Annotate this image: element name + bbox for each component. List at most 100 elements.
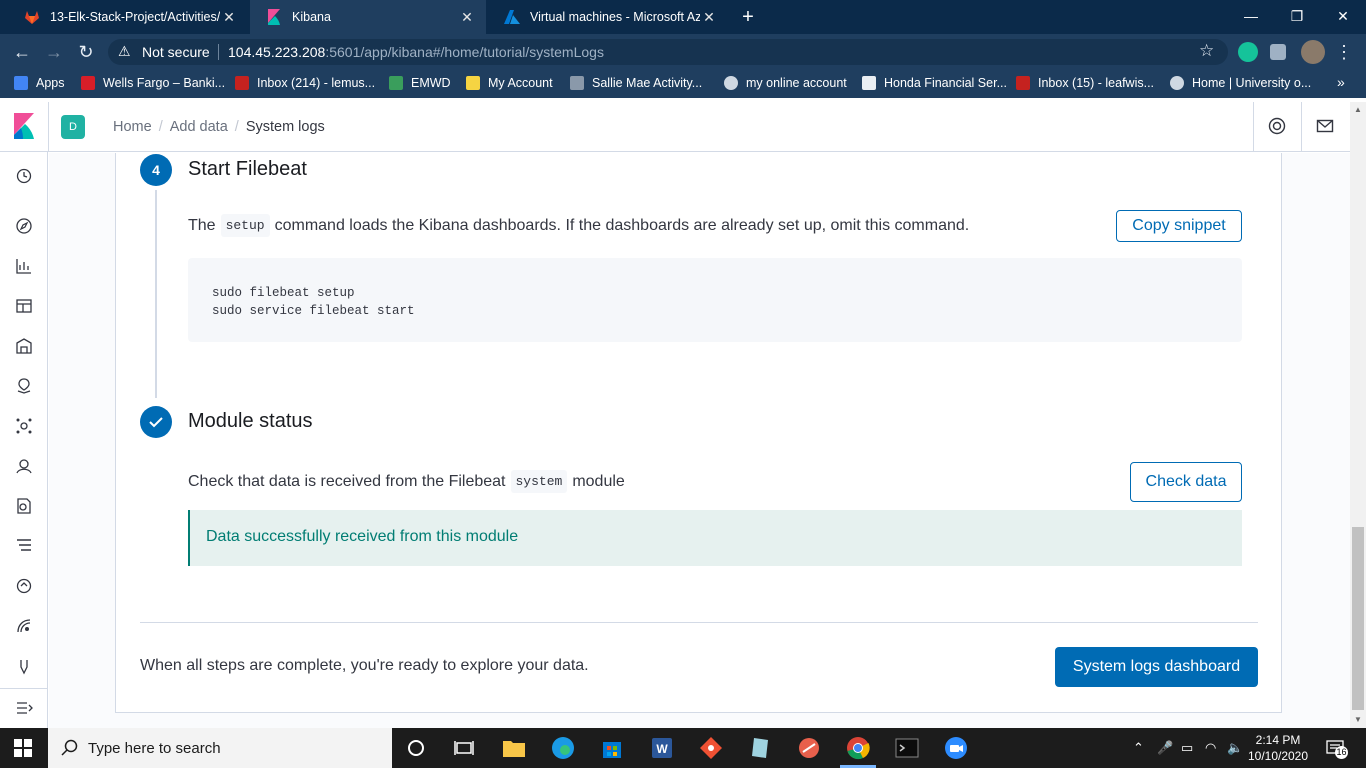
ml-icon[interactable] — [15, 417, 33, 435]
tab-kibana[interactable]: Kibana ✕ — [250, 0, 486, 34]
module-status-description: Check that data is received from the Fil… — [188, 470, 625, 493]
kibana-logo[interactable] — [12, 113, 36, 139]
bookmark-wells-fargo[interactable]: Wells Fargo – Banki... — [81, 76, 225, 90]
microphone-icon[interactable]: 🎤 — [1157, 740, 1173, 756]
bookmark-online-account[interactable]: my online account — [724, 76, 847, 90]
step-title: Start Filebeat — [188, 158, 307, 180]
url-path: :5601/app/kibana#/home/tutorial/systemLo… — [325, 44, 604, 60]
discover-compass-icon[interactable] — [15, 217, 33, 235]
step-description: The setup command loads the Kibana dashb… — [188, 214, 969, 237]
dev-tools-icon[interactable] — [15, 657, 33, 675]
check-icon — [149, 417, 163, 428]
success-message: Data successfully received from this mod… — [206, 528, 519, 545]
battery-icon[interactable]: ▭ — [1181, 740, 1193, 756]
logs-icon[interactable] — [15, 497, 33, 515]
step-connector — [155, 190, 157, 398]
notes-icon[interactable] — [746, 734, 774, 762]
tab-close-icon[interactable]: ✕ — [458, 9, 476, 26]
uptime-icon[interactable] — [15, 577, 33, 595]
check-data-button[interactable]: Check data — [1130, 462, 1242, 502]
chrome-icon[interactable] — [844, 734, 872, 762]
scrollbar-thumb[interactable] — [1352, 527, 1364, 710]
maps-icon[interactable] — [15, 377, 33, 395]
honda-icon — [862, 76, 876, 90]
notification-count-badge: 16 — [1335, 746, 1348, 759]
infrastructure-icon[interactable] — [15, 457, 33, 475]
tab-close-icon[interactable]: ✕ — [700, 9, 718, 26]
edge-icon[interactable] — [549, 734, 577, 762]
reload-button[interactable]: ↻ — [74, 40, 98, 64]
grammarly-icon[interactable] — [1238, 42, 1258, 62]
minimize-button[interactable]: — — [1228, 0, 1274, 34]
forward-button[interactable]: → — [42, 40, 66, 64]
notification-center-icon[interactable]: 16 — [1325, 738, 1348, 759]
tab-elk-project[interactable]: 13-Elk-Stack-Project/Activities/St ✕ — [8, 0, 248, 34]
bookmark-sallie-mae[interactable]: Sallie Mae Activity... — [570, 76, 702, 90]
scroll-down-arrow[interactable]: ▼ — [1352, 714, 1364, 726]
new-tab-button[interactable]: + — [737, 6, 759, 28]
file-explorer-icon[interactable] — [500, 734, 528, 762]
dashboard-icon[interactable] — [15, 297, 33, 315]
clock-date: 10/10/2020 — [1247, 749, 1309, 763]
restore-button[interactable]: ❐ — [1274, 0, 1320, 34]
taskbar-clock[interactable]: 2:14 PM 10/10/2020 — [1246, 732, 1310, 764]
breadcrumb-add-data[interactable]: Add data — [170, 119, 228, 135]
visualize-chart-icon[interactable] — [15, 257, 33, 275]
bookmark-apps[interactable]: Apps — [14, 76, 65, 90]
cortana-icon[interactable] — [402, 734, 430, 762]
step-complete-badge — [140, 406, 172, 438]
breadcrumb-home[interactable]: Home — [113, 119, 152, 135]
extensions-icon[interactable] — [1270, 44, 1286, 60]
newsfeed-mail-icon[interactable] — [1316, 117, 1334, 135]
bookmark-inbox-214[interactable]: Inbox (214) - lemus... — [235, 76, 375, 90]
bookmark-university[interactable]: Home | University o... — [1170, 76, 1311, 90]
globe-icon — [1170, 76, 1184, 90]
store-icon[interactable] — [598, 734, 626, 762]
close-window-button[interactable]: ✕ — [1320, 0, 1366, 34]
bookmark-my-account[interactable]: My Account — [466, 76, 553, 90]
bookmark-inbox-15[interactable]: Inbox (15) - leafwis... — [1016, 76, 1154, 90]
siem-icon[interactable] — [15, 617, 33, 635]
inline-code: setup — [220, 214, 270, 237]
word-icon[interactable]: W — [648, 734, 676, 762]
back-button[interactable]: ← — [10, 40, 34, 64]
help-icon[interactable] — [1268, 117, 1286, 135]
task-view-icon[interactable] — [450, 734, 478, 762]
chrome-menu-icon[interactable]: ⋮ — [1332, 40, 1356, 64]
snipping-tool-icon[interactable] — [795, 734, 823, 762]
terminal-icon[interactable] — [893, 734, 921, 762]
clock-time: 2:14 PM — [1255, 733, 1301, 747]
zoom-icon[interactable] — [942, 734, 970, 762]
canvas-icon[interactable] — [15, 337, 33, 355]
show-hidden-icons[interactable]: ⌃ — [1133, 740, 1144, 756]
apm-icon[interactable] — [15, 537, 33, 555]
gmail-icon — [235, 76, 249, 90]
security-label[interactable]: Not secure — [142, 44, 210, 60]
scroll-up-arrow[interactable]: ▲ — [1352, 104, 1364, 116]
globe-icon — [724, 76, 738, 90]
tab-close-icon[interactable]: ✕ — [220, 9, 238, 26]
space-avatar[interactable]: D — [61, 115, 85, 139]
tutorial-panel — [115, 153, 1282, 713]
copy-snippet-button[interactable]: Copy snippet — [1116, 210, 1242, 242]
inline-code: system — [510, 470, 568, 493]
more-bookmarks-icon[interactable]: » — [1337, 74, 1345, 90]
windows-start-icon[interactable] — [14, 739, 32, 757]
recently-viewed-clock-icon[interactable] — [15, 167, 33, 185]
apps-grid-icon — [14, 76, 28, 90]
profile-avatar[interactable] — [1301, 40, 1325, 64]
code-snippet[interactable]: sudo filebeat setup sudo service filebea… — [188, 258, 1242, 342]
bookmark-emwd[interactable]: EMWD — [389, 76, 451, 90]
wifi-icon[interactable]: ◠ — [1205, 740, 1216, 756]
bookmark-star-icon[interactable]: ☆ — [1199, 41, 1214, 61]
volume-icon[interactable]: 🔈 — [1227, 740, 1243, 756]
url-text[interactable]: 104.45.223.208:5601/app/kibana#/home/tut… — [228, 44, 604, 60]
gitlab-icon — [24, 9, 40, 25]
tab-azure-vms[interactable]: Virtual machines - Microsoft Azu ✕ — [488, 0, 728, 34]
collapse-menu-icon[interactable] — [15, 699, 33, 717]
git-icon[interactable] — [697, 734, 725, 762]
bookmark-honda-financial[interactable]: Honda Financial Ser... — [862, 76, 1007, 90]
breadcrumb-current: System logs — [245, 119, 325, 135]
step-number-badge: 4 — [140, 154, 172, 186]
system-logs-dashboard-button[interactable]: System logs dashboard — [1055, 647, 1258, 687]
